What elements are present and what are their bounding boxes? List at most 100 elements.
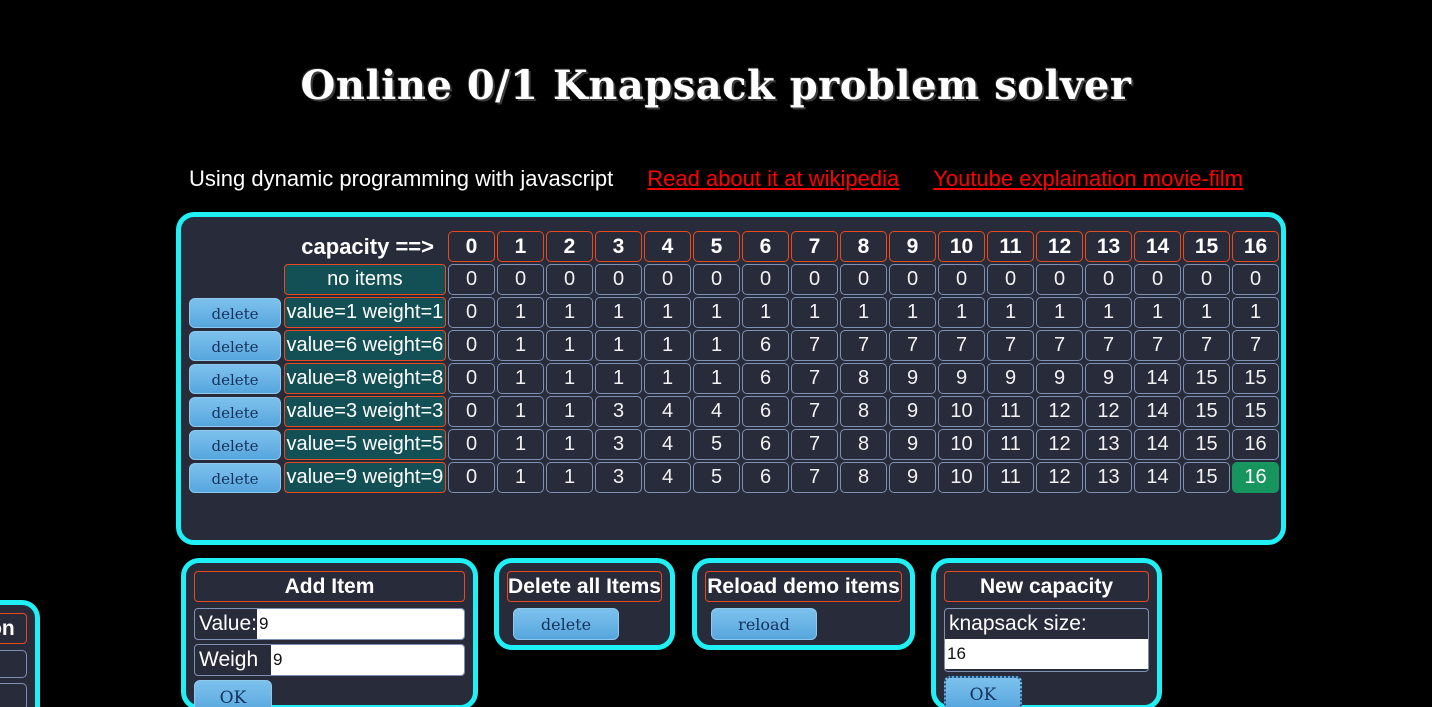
table-cell: 7: [791, 363, 838, 394]
capacity-header-cell: 12: [1036, 231, 1083, 262]
table-cell: 1: [595, 297, 642, 328]
capacity-header-value: 15: [1183, 231, 1230, 262]
table-cell-value: 1: [595, 363, 642, 394]
row-label: value=6 weight=6: [283, 330, 446, 361]
delete-row-button[interactable]: delete: [189, 396, 281, 427]
table-cell-value: 0: [448, 429, 495, 460]
table-cell: 14: [1134, 462, 1181, 493]
delete-row-button[interactable]: delete: [189, 297, 281, 328]
table-cell: 7: [1232, 330, 1279, 361]
table-cell-value: 4: [644, 462, 691, 493]
table-cell-value: 7: [791, 396, 838, 427]
dp-table: capacity ==> 0 1 2 3 4 5 6 7 8 9 10 11 12 13 14 15 16 no i…: [187, 229, 1281, 495]
table-cell-value: 0: [742, 264, 789, 295]
delete-row-button[interactable]: delete: [189, 330, 281, 361]
delete-row-button[interactable]: delete: [189, 363, 281, 394]
add-item-title: Add Item: [194, 571, 465, 602]
youtube-link[interactable]: Youtube explaination movie-film: [933, 166, 1243, 191]
table-cell-value: 9: [987, 363, 1034, 394]
table-cell: 14: [1134, 396, 1181, 427]
knapsack-size-input[interactable]: [945, 639, 1148, 669]
table-cell-value: 10: [938, 462, 985, 493]
table-cell: 9: [1036, 363, 1083, 394]
table-cell-value: 0: [448, 462, 495, 493]
capacity-header-value: 12: [1036, 231, 1083, 262]
capacity-label: capacity ==>: [301, 233, 434, 259]
table-cell-value: 0: [938, 264, 985, 295]
table-cell: 0: [1085, 264, 1132, 295]
table-cell-value: 15: [1232, 363, 1279, 394]
table-cell: 15: [1183, 396, 1230, 427]
add-item-ok-button[interactable]: OK: [194, 680, 272, 707]
table-cell-value: 0: [1036, 264, 1083, 295]
wikipedia-link[interactable]: Read about it at wikipedia: [647, 166, 899, 191]
table-cell: 6: [742, 330, 789, 361]
table-cell: 3: [595, 396, 642, 427]
table-cell-value: 1: [1232, 297, 1279, 328]
table-cell: 11: [987, 429, 1034, 460]
table-cell: 1: [546, 429, 593, 460]
delete-row-button[interactable]: delete: [189, 462, 281, 493]
capacity-header-value: 6: [742, 231, 789, 262]
table-cell: 14: [1134, 429, 1181, 460]
table-cell: 1: [497, 330, 544, 361]
table-cell-value: 1: [644, 330, 691, 361]
table-header-row: capacity ==> 0 1 2 3 4 5 6 7 8 9 10 11 12 13 14 15 16: [189, 231, 1279, 262]
table-cell-value: 13: [1085, 462, 1132, 493]
table-cell: 9: [938, 363, 985, 394]
capacity-header-value: 14: [1134, 231, 1181, 262]
value-input[interactable]: [257, 609, 464, 639]
table-cell: 1: [595, 363, 642, 394]
table-row: delete value=8 weight=8 0 1 1 1 1 1 6 7 8 9 9 9 9 9 14 15…: [189, 363, 1279, 394]
table-cell: 6: [742, 363, 789, 394]
table-cell: 1: [889, 297, 936, 328]
new-capacity-ok-button[interactable]: OK: [944, 676, 1022, 707]
table-cell: 0: [742, 264, 789, 295]
table-cell-value: 9: [889, 429, 936, 460]
table-cell-value: 1: [497, 330, 544, 361]
table-cell: 7: [987, 330, 1034, 361]
capacity-header-value: 13: [1085, 231, 1132, 262]
row-label: value=5 weight=5: [283, 429, 446, 460]
row-label: no items: [283, 264, 446, 295]
table-cell-value: 9: [1036, 363, 1083, 394]
delete-all-button[interactable]: delete: [513, 608, 619, 640]
capacity-header-value: 8: [840, 231, 887, 262]
table-cell: 0: [448, 297, 495, 328]
capacity-header-value: 4: [644, 231, 691, 262]
table-cell-value: 1: [644, 363, 691, 394]
table-cell: 1: [644, 297, 691, 328]
table-cell-value: 1: [1085, 297, 1132, 328]
table-cell: 15: [1183, 462, 1230, 493]
table-cell-value: 12: [1085, 396, 1132, 427]
table-cell-value: 11: [987, 396, 1034, 427]
table-cell: 0: [987, 264, 1034, 295]
table-cell: 0: [497, 264, 544, 295]
app-root: Online 0/1 Knapsack problem solver Using…: [0, 0, 1432, 707]
capacity-header-cell: 0: [448, 231, 495, 262]
weight-input[interactable]: [271, 645, 464, 675]
capacity-header-value: 0: [448, 231, 495, 262]
table-cell-value: 1: [791, 297, 838, 328]
row-label: value=8 weight=8: [283, 363, 446, 394]
table-cell: 0: [840, 264, 887, 295]
table-cell: 1: [840, 297, 887, 328]
table-cell: 15: [1183, 429, 1230, 460]
table-cell-value: 1: [497, 363, 544, 394]
row-label-cell: no items: [283, 264, 446, 295]
table-cell-value: 3: [595, 429, 642, 460]
table-cell: 12: [1085, 396, 1132, 427]
table-cell-value: 9: [889, 396, 936, 427]
reload-demo-button[interactable]: reload: [711, 608, 817, 640]
table-cell: 13: [1085, 462, 1132, 493]
table-cell-value: 0: [1085, 264, 1132, 295]
table-cell: 16: [1232, 429, 1279, 460]
table-cell-value: 7: [840, 330, 887, 361]
delete-row-button[interactable]: delete: [189, 429, 281, 460]
table-row: delete value=5 weight=5 0 1 1 3 4 5 6 7 8 9 10 11 12 13…: [189, 429, 1279, 460]
table-cell-value: 1: [546, 297, 593, 328]
table-cell-value: 0: [889, 264, 936, 295]
table-cell-value: 0: [693, 264, 740, 295]
table-cell-value: 7: [791, 363, 838, 394]
capacity-header-cell: 1: [497, 231, 544, 262]
